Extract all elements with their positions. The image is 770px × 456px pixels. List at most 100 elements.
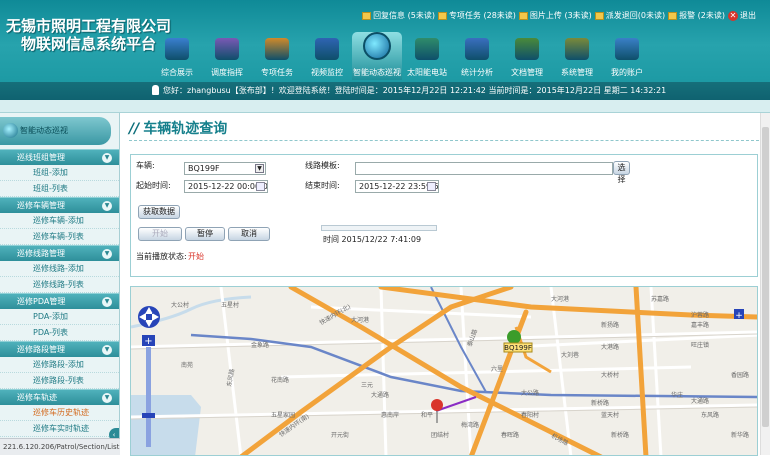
nav-tab-label: 视频监控 bbox=[311, 68, 343, 77]
sidebar-header: 智能动态巡视 bbox=[0, 117, 111, 145]
water-area bbox=[131, 395, 201, 455]
brand-line-2: 物联网信息系统平台 bbox=[21, 36, 157, 53]
select-button[interactable]: 选择 bbox=[613, 161, 630, 184]
nav-tab-3[interactable]: 视频监控 bbox=[302, 32, 352, 80]
sidebar-item[interactable]: PDA-列表 bbox=[0, 325, 119, 341]
chevron-down-icon: ▼ bbox=[255, 164, 264, 173]
brand: 无锡市照明工程有限公司 物联网信息系统平台 bbox=[6, 18, 171, 54]
play-button[interactable]: 开始 bbox=[138, 227, 182, 241]
nav-tab-4[interactable]: 智能动态巡视 bbox=[352, 32, 402, 80]
sidebar-collapse-handle[interactable]: ‹ bbox=[109, 428, 119, 438]
map-place-label: 春晖路 bbox=[501, 431, 519, 439]
map-road-label: 大公路 bbox=[521, 389, 539, 397]
chevron-down-icon[interactable]: ▼ bbox=[102, 345, 112, 355]
nav-tab-icon bbox=[615, 38, 639, 60]
top-link-image-upload[interactable]: 图片上传 (3未读) bbox=[518, 10, 592, 21]
map-place-label: 蓝天村 bbox=[601, 411, 619, 419]
top-link-alarm[interactable]: 报警 (2未读) bbox=[668, 10, 725, 21]
sidebar-item[interactable]: 班组-添加 bbox=[0, 165, 119, 181]
nav-tab-label: 智能动态巡视 bbox=[353, 68, 401, 77]
pin-head-icon bbox=[431, 399, 443, 411]
sidebar-section-3[interactable]: 巡修PDA管理 ▼ bbox=[0, 293, 119, 309]
query-form: 车辆: BQ199F ▼ 线路模板: 选择 起始时间: 2015-12-22 0… bbox=[130, 154, 758, 277]
chevron-down-icon[interactable]: ▼ bbox=[102, 297, 112, 307]
zoom-slider-thumb[interactable] bbox=[142, 413, 155, 418]
cancel-button[interactable]: 取消 bbox=[228, 227, 270, 241]
sidebar-section-title: 巡修PDA管理 bbox=[17, 297, 66, 306]
sidebar-item[interactable]: 巡修车历史轨迹 bbox=[0, 405, 119, 421]
map-place-label: 五星村 bbox=[221, 301, 239, 309]
pause-button[interactable]: 暂停 bbox=[185, 227, 225, 241]
nav-tab-1[interactable]: 调度指挥 bbox=[202, 32, 252, 80]
vehicle-label: BQ199F bbox=[504, 344, 532, 352]
scrollbar-thumb[interactable] bbox=[762, 127, 769, 427]
folder-icon bbox=[668, 11, 678, 20]
map-view[interactable]: + + BQ199F 快速内环(南) 快速内环(北) 机场路 沪蓉路 泰山路 大港路大 bbox=[130, 286, 758, 456]
sidebar-section-5[interactable]: 巡修车轨迹 ▼ bbox=[0, 389, 119, 405]
start-time-input[interactable]: 2015-12-22 00:00:00 bbox=[184, 180, 268, 193]
nav-tab-9[interactable]: 我的账户 bbox=[602, 32, 652, 80]
vehicle-icon bbox=[507, 330, 521, 344]
chevron-down-icon[interactable]: ▼ bbox=[102, 249, 112, 259]
chevron-down-icon[interactable]: ▼ bbox=[102, 201, 112, 211]
map-road-label: 惠南岸 bbox=[381, 411, 399, 419]
nav-tab-2[interactable]: 专项任务 bbox=[252, 32, 302, 80]
playback-progress[interactable] bbox=[321, 225, 437, 231]
map-road-label: 大通路 bbox=[691, 397, 709, 405]
calendar-icon[interactable] bbox=[427, 182, 436, 191]
calendar-icon[interactable] bbox=[256, 182, 265, 191]
nav-tab-icon bbox=[565, 38, 589, 60]
info-bar: 您好：zhangbusu【张布部】！欢迎登陆系统！登陆时间是：2015年12月2… bbox=[0, 82, 770, 100]
nav-tab-6[interactable]: 统计分析 bbox=[452, 32, 502, 80]
globe-icon bbox=[3, 123, 18, 138]
map-road-label: 梅湾路 bbox=[461, 421, 479, 429]
plus-icon: + bbox=[144, 336, 152, 347]
nav-tab-icon bbox=[465, 38, 489, 60]
sidebar-item[interactable]: 巡修车辆-添加 bbox=[0, 213, 119, 229]
sidebar-item[interactable]: 巡修车实时轨迹 bbox=[0, 421, 119, 437]
top-link-dispatch-return[interactable]: 派发退回(0未读) bbox=[594, 10, 665, 21]
logout-link[interactable]: ✕ 退出 bbox=[728, 10, 756, 21]
sidebar-item[interactable]: 巡修路段-列表 bbox=[0, 373, 119, 389]
map-expand-button[interactable]: + bbox=[734, 309, 744, 321]
vehicle-select[interactable]: BQ199F ▼ bbox=[184, 162, 266, 175]
fetch-data-button[interactable]: 获取数据 bbox=[138, 205, 180, 219]
nav-tab-8[interactable]: 系统管理 bbox=[552, 32, 602, 80]
folder-icon bbox=[362, 11, 372, 20]
map-place-label: 五星家园 bbox=[271, 411, 295, 419]
sidebar-item[interactable]: PDA-添加 bbox=[0, 309, 119, 325]
sidebar-item[interactable]: 巡修车辆-列表 bbox=[0, 229, 119, 245]
map-place-label: 新扬路 bbox=[601, 321, 619, 329]
end-time-input[interactable]: 2015-12-22 23:59:59 bbox=[355, 180, 439, 193]
chevron-down-icon[interactable]: ▼ bbox=[102, 153, 112, 163]
zoom-slider-track[interactable] bbox=[146, 347, 151, 447]
sidebar-section-1[interactable]: 巡修车辆管理 ▼ bbox=[0, 197, 119, 213]
top-link-reply[interactable]: 回复信息 (5未读) bbox=[362, 10, 435, 21]
sidebar-section-0[interactable]: 巡线班组管理 ▼ bbox=[0, 149, 119, 165]
page-scrollbar[interactable] bbox=[760, 113, 770, 455]
nav-tab-icon bbox=[363, 32, 391, 60]
header: 无锡市照明工程有限公司 物联网信息系统平台 回复信息 (5未读) 专项任务 (2… bbox=[0, 0, 770, 82]
sidebar-section-2[interactable]: 巡修线路管理 ▼ bbox=[0, 245, 119, 261]
chevron-down-icon[interactable]: ▼ bbox=[102, 393, 112, 403]
top-link-special-task[interactable]: 专项任务 (28未读) bbox=[437, 10, 516, 21]
map-place-label: 金象路 bbox=[251, 341, 269, 349]
nav-tab-label: 调度指挥 bbox=[211, 68, 243, 77]
nav-tab-5[interactable]: 太阳能电站 bbox=[402, 32, 452, 80]
sidebar-item[interactable]: 巡修路段-添加 bbox=[0, 357, 119, 373]
map-canvas[interactable]: + + BQ199F 快速内环(南)快速内环(北)机场路沪蓉路泰山路 大港路大通… bbox=[131, 287, 758, 456]
nav-tab-label: 综合展示 bbox=[161, 68, 193, 77]
nav-tab-label: 我的账户 bbox=[611, 68, 643, 77]
map-place-label: 华庄 bbox=[671, 391, 683, 399]
sidebar-section-4[interactable]: 巡修路段管理 ▼ bbox=[0, 341, 119, 357]
sidebar-item[interactable]: 巡修线路-添加 bbox=[0, 261, 119, 277]
nav-tab-0[interactable]: 综合展示 bbox=[152, 32, 202, 80]
sidebar-item[interactable]: 巡修线路-列表 bbox=[0, 277, 119, 293]
nav-tab-7[interactable]: 文档管理 bbox=[502, 32, 552, 80]
map-place-label: 南苑 bbox=[181, 361, 193, 369]
sidebar-item[interactable]: 班组-列表 bbox=[0, 181, 119, 197]
map-place-label: 三元 bbox=[361, 382, 373, 389]
map-place-label: 苏嘉路 bbox=[651, 295, 669, 303]
sub-header-stripe bbox=[0, 100, 770, 113]
route-template-input[interactable] bbox=[355, 162, 613, 175]
